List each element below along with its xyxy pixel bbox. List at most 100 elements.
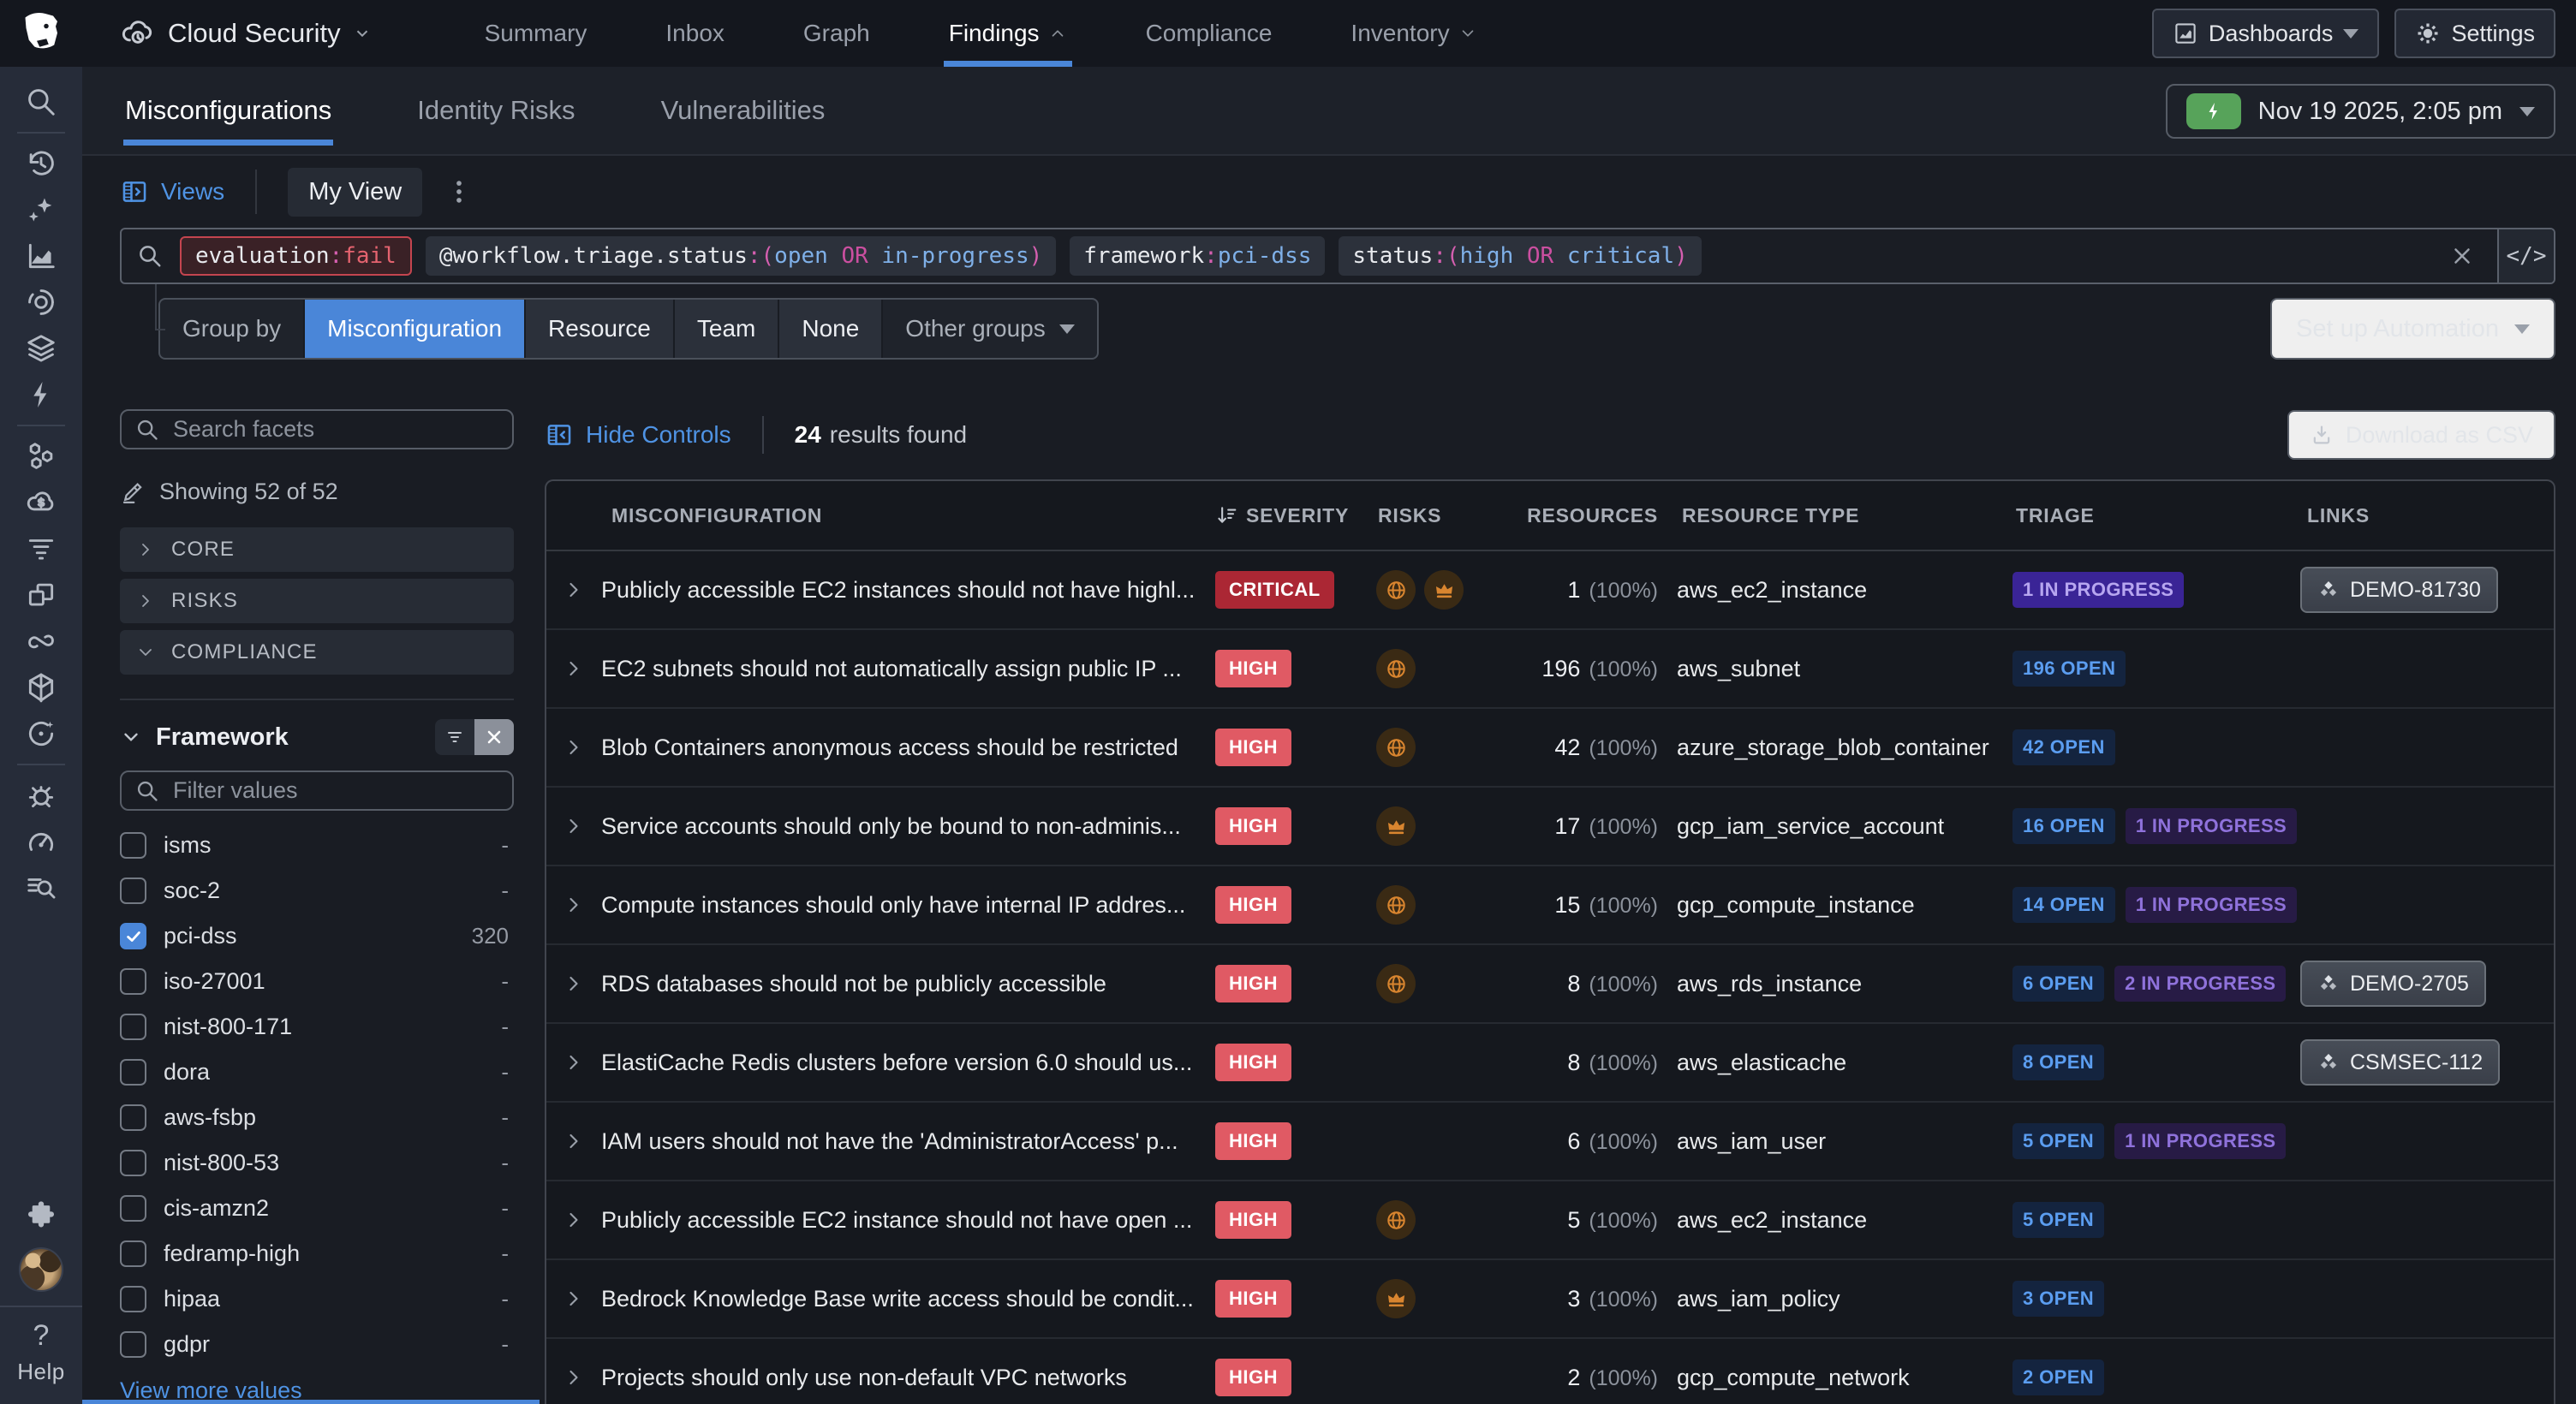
table-row[interactable]: IAM users should not have the 'Administr… (546, 1103, 2554, 1181)
col-triage[interactable]: TRIAGE (2006, 504, 2297, 527)
table-row[interactable]: Blob Containers anonymous access should … (546, 709, 2554, 788)
windows-icon[interactable] (14, 572, 69, 618)
triage-badge-open[interactable]: 8 OPEN (2012, 1044, 2104, 1080)
col-resources[interactable]: RESOURCES (1505, 504, 1672, 527)
query-chip[interactable]: evaluation:fail (180, 236, 412, 276)
facet-value-fedramp-high[interactable]: fedramp-high- (120, 1231, 514, 1276)
table-row[interactable]: Bedrock Knowledge Base write access shou… (546, 1260, 2554, 1339)
crown-risk-icon[interactable] (1424, 570, 1464, 610)
triage-badge-in-progress[interactable]: 2 IN PROGRESS (2114, 966, 2286, 1002)
expand-row-chevron[interactable] (546, 893, 601, 917)
area-chart-icon[interactable] (14, 233, 69, 279)
table-row[interactable]: Projects should only use non-default VPC… (546, 1339, 2554, 1404)
layers-icon[interactable] (14, 325, 69, 372)
bolt-icon[interactable] (14, 372, 69, 418)
nav-item-inventory[interactable]: Inventory (1311, 0, 1516, 67)
scan-icon[interactable] (14, 279, 69, 325)
triage-badge-open[interactable]: 5 OPEN (2012, 1202, 2104, 1238)
chain-icon[interactable] (14, 618, 69, 664)
radar-icon[interactable] (14, 711, 69, 757)
expand-row-chevron[interactable] (546, 1208, 601, 1232)
table-row[interactable]: ElastiCache Redis clusters before versio… (546, 1024, 2554, 1103)
checkbox[interactable] (120, 968, 146, 995)
tab-identity-risks[interactable]: Identity Risks (415, 67, 576, 154)
col-misconfiguration[interactable]: MISCONFIGURATION (601, 504, 1205, 527)
triage-badge-open[interactable]: 196 OPEN (2012, 651, 2126, 687)
datadog-logo[interactable] (0, 0, 82, 67)
checkbox[interactable] (120, 1104, 146, 1131)
globe-risk-icon[interactable] (1376, 885, 1416, 925)
current-view-button[interactable]: My View (288, 168, 422, 217)
facet-value-nist-800-171[interactable]: nist-800-171- (120, 1004, 514, 1050)
tab-misconfigurations[interactable]: Misconfigurations (123, 67, 333, 154)
dashboards-button[interactable]: Dashboards (2152, 9, 2380, 58)
time-range-picker[interactable]: Nov 19 2025, 2:05 pm (2166, 84, 2555, 139)
expand-row-chevron[interactable] (546, 735, 601, 759)
filter-values-input[interactable] (120, 770, 514, 811)
log-search-icon[interactable] (14, 865, 69, 911)
nav-item-findings[interactable]: Findings (909, 0, 1106, 67)
search-facets-input[interactable] (120, 409, 514, 449)
expand-row-chevron[interactable] (546, 814, 601, 838)
facet-value-aws-fsbp[interactable]: aws-fsbp- (120, 1095, 514, 1140)
help-block[interactable]: ? Help (0, 1306, 82, 1395)
triage-badge-open[interactable]: 6 OPEN (2012, 966, 2104, 1002)
search-facets-field[interactable] (173, 416, 498, 443)
group-option-team[interactable]: Team (675, 300, 779, 358)
facet-value-cis-amzn2[interactable]: cis-amzn2- (120, 1186, 514, 1231)
globe-risk-icon[interactable] (1376, 1200, 1416, 1240)
gauge-icon[interactable] (14, 818, 69, 865)
table-row[interactable]: Publicly accessible EC2 instances should… (546, 551, 2554, 630)
hide-controls-button[interactable]: Hide Controls (545, 420, 731, 449)
jira-link-button[interactable]: CSMSEC-112 (2300, 1039, 2500, 1086)
triage-badge-in-progress[interactable]: 1 IN PROGRESS (2126, 887, 2297, 923)
col-links[interactable]: LINKS (2297, 504, 2554, 527)
table-row[interactable]: Publicly accessible EC2 instance should … (546, 1181, 2554, 1260)
settings-button[interactable]: Settings (2394, 9, 2555, 58)
query-chip[interactable]: status:(high OR critical) (1339, 236, 1701, 276)
views-button[interactable]: Views (120, 177, 224, 206)
facet-section-risks[interactable]: RISKS (120, 579, 514, 623)
cloud-cost-icon[interactable] (14, 479, 69, 526)
product-switcher[interactable]: Cloud Security (120, 0, 372, 67)
checkbox[interactable] (120, 1240, 146, 1267)
jira-link-button[interactable]: DEMO-81730 (2300, 567, 2498, 613)
setup-automation-button[interactable]: Set up Automation (2270, 298, 2555, 360)
puzzle-icon[interactable] (14, 1193, 69, 1239)
globe-risk-icon[interactable] (1376, 649, 1416, 688)
nav-item-graph[interactable]: Graph (764, 0, 909, 67)
log-list-icon[interactable] (14, 526, 69, 572)
facets-showing[interactable]: Showing 52 of 52 (120, 479, 514, 505)
view-options-kebab[interactable] (444, 177, 474, 206)
history-icon[interactable] (14, 140, 69, 187)
checkbox[interactable] (120, 1195, 146, 1222)
col-resource-type[interactable]: RESOURCE TYPE (1672, 504, 2006, 527)
globe-risk-icon[interactable] (1376, 964, 1416, 1003)
col-severity[interactable]: SEVERITY (1205, 503, 1368, 527)
group-option-resource[interactable]: Resource (526, 300, 675, 358)
checkbox[interactable] (120, 832, 146, 859)
facet-section-core[interactable]: CORE (120, 527, 514, 572)
globe-risk-icon[interactable] (1376, 728, 1416, 767)
crown-risk-icon[interactable] (1376, 1279, 1416, 1318)
globe-risk-icon[interactable] (1376, 570, 1416, 610)
checkbox[interactable] (120, 1331, 146, 1358)
clear-query-icon[interactable] (2449, 243, 2475, 269)
facet-value-gdpr[interactable]: gdpr- (120, 1322, 514, 1367)
expand-row-chevron[interactable] (546, 1287, 601, 1311)
filter-values-field[interactable] (173, 777, 498, 804)
download-csv-button[interactable]: Download as CSV (2287, 410, 2555, 460)
facet-clear-button[interactable] (474, 719, 514, 755)
expand-row-chevron[interactable] (546, 1365, 601, 1389)
tab-vulnerabilities[interactable]: Vulnerabilities (659, 67, 827, 154)
triage-badge-open[interactable]: 5 OPEN (2012, 1123, 2104, 1159)
group-option-none[interactable]: None (779, 300, 883, 358)
query-syntax-toggle[interactable]: </> (2497, 229, 2554, 283)
other-groups-dropdown[interactable]: Other groups (883, 300, 1096, 358)
checkbox[interactable] (120, 1059, 146, 1086)
facet-value-dora[interactable]: dora- (120, 1050, 514, 1095)
facet-value-iso-27001[interactable]: iso-27001- (120, 959, 514, 1004)
nav-item-summary[interactable]: Summary (445, 0, 627, 67)
triage-badge-open[interactable]: 16 OPEN (2012, 808, 2115, 844)
shield-box-icon[interactable] (14, 664, 69, 711)
